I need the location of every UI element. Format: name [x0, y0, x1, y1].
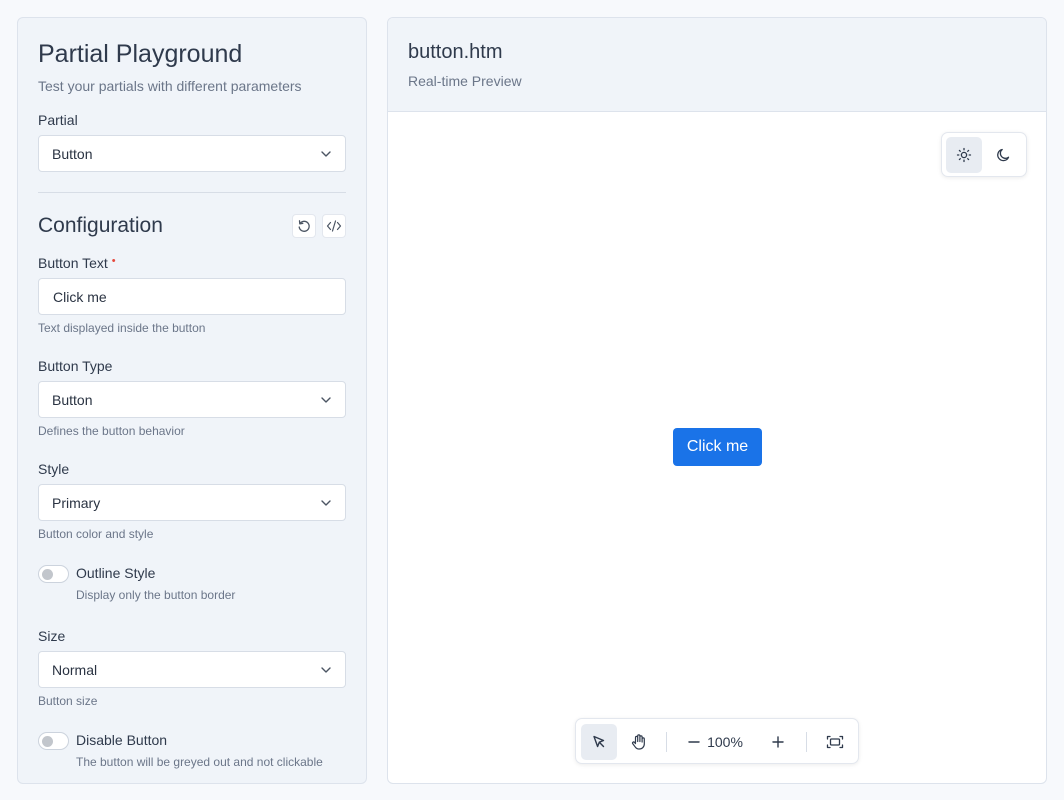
minus-icon [688, 741, 700, 743]
button-text-value: Click me [53, 289, 107, 305]
disable-button-hint: The button will be greyed out and not cl… [76, 755, 323, 769]
playground-panel: Partial Playground Test your partials wi… [17, 17, 367, 784]
section-divider [38, 192, 346, 193]
button-text-hint: Text displayed inside the button [38, 321, 206, 335]
style-label: Style [38, 461, 70, 477]
style-select[interactable]: Primary [38, 484, 346, 521]
view-code-button[interactable] [322, 214, 346, 238]
preview-panel: button.htm Real-time Preview Click me 10… [387, 17, 1047, 784]
toolbar-separator [666, 732, 667, 752]
size-value: Normal [52, 662, 98, 678]
button-type-hint: Defines the button behavior [38, 424, 185, 438]
size-select[interactable]: Normal [38, 651, 346, 688]
toggle-knob [42, 569, 53, 580]
moon-icon [997, 148, 1010, 162]
select-tool-button[interactable] [581, 724, 617, 760]
zoom-in-button[interactable] [760, 724, 796, 760]
canvas-toolbar: 100% [575, 718, 859, 764]
chevron-down-icon [321, 500, 331, 506]
disable-button-label: Disable Button [76, 732, 168, 748]
pan-tool-button[interactable] [621, 724, 657, 760]
light-theme-button[interactable] [946, 137, 982, 173]
button-type-value: Button [52, 392, 93, 408]
outline-style-label: Outline Style [76, 565, 156, 581]
page-title: Partial Playground [38, 40, 243, 68]
button-type-select[interactable]: Button [38, 381, 346, 418]
preview-subtitle: Real-time Preview [408, 73, 522, 89]
pointer-icon [593, 735, 605, 748]
style-hint: Button color and style [38, 527, 154, 541]
outline-style-hint: Display only the button border [76, 588, 236, 602]
zoom-level: 100% [707, 734, 743, 750]
reset-icon [298, 220, 310, 232]
hand-icon [631, 734, 645, 750]
outline-style-toggle[interactable] [38, 565, 69, 583]
partial-select-value: Button [52, 146, 93, 162]
plus-icon [772, 736, 784, 748]
page-subtitle: Test your partials with different parame… [38, 78, 302, 94]
preview-header: button.htm Real-time Preview [388, 18, 1046, 112]
reset-button[interactable] [292, 214, 316, 238]
button-text-input[interactable]: Click me [38, 278, 346, 315]
sun-icon [956, 147, 972, 163]
theme-switcher [941, 132, 1027, 177]
dark-theme-button[interactable] [986, 137, 1022, 173]
style-value: Primary [52, 495, 101, 511]
size-hint: Button size [38, 694, 98, 708]
partial-label: Partial [38, 112, 78, 128]
button-text-label: Button Text • [38, 255, 116, 271]
preview-filename: button.htm [408, 41, 503, 63]
size-label: Size [38, 628, 66, 644]
fit-to-screen-button[interactable] [817, 724, 853, 760]
button-type-label: Button Type [38, 358, 113, 374]
preview-button[interactable]: Click me [673, 428, 762, 466]
partial-select[interactable]: Button [38, 135, 346, 172]
fit-screen-icon [826, 735, 844, 749]
chevron-down-icon [321, 151, 331, 157]
code-icon [326, 220, 342, 232]
chevron-down-icon [321, 397, 331, 403]
disable-button-toggle[interactable] [38, 732, 69, 750]
chevron-down-icon [321, 667, 331, 673]
toggle-knob [42, 736, 53, 747]
configuration-title: Configuration [38, 214, 163, 237]
toolbar-separator [806, 732, 807, 752]
required-indicator: • [111, 255, 116, 267]
